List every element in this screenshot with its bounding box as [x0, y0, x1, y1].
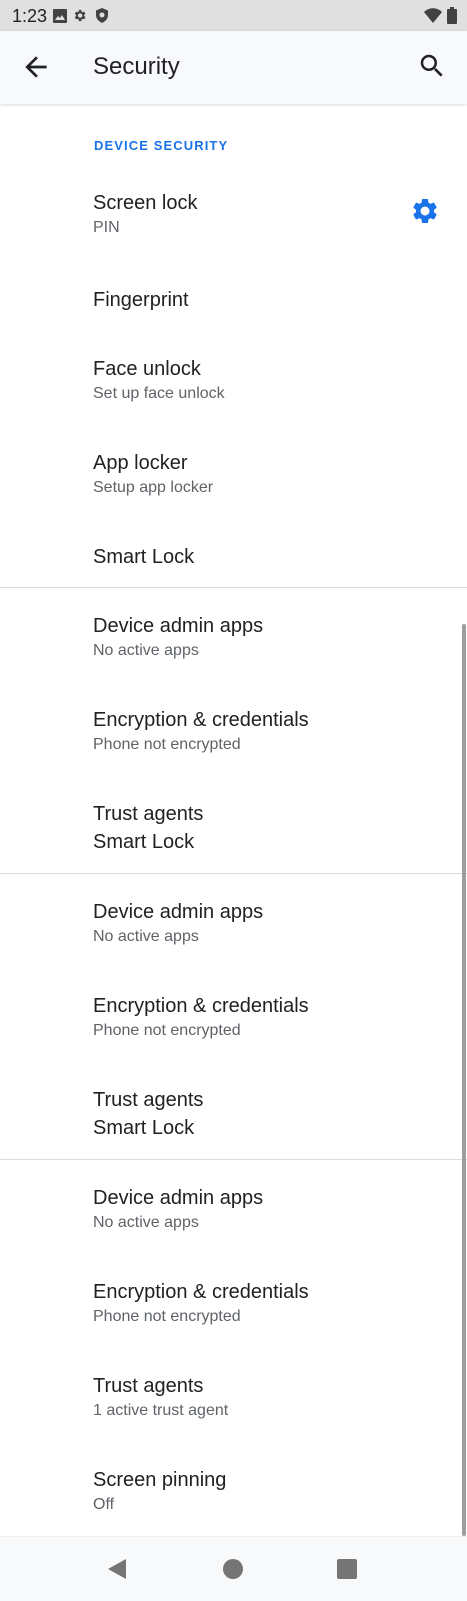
list-item-encryption-credentials[interactable]: Encryption & credentials Phone not encry…	[0, 1254, 467, 1348]
item-subtitle: Off	[93, 1496, 115, 1513]
search-icon	[420, 54, 443, 77]
item-subtitle: No active apps	[93, 642, 199, 659]
list-item-device-admin-apps[interactable]: Device admin apps No active apps	[0, 874, 467, 968]
list-item-encryption-credentials[interactable]: Encryption & credentials Phone not encry…	[0, 968, 467, 1062]
nav-home-button[interactable]	[216, 1552, 250, 1586]
gear-icon	[72, 8, 87, 23]
item-subtitle: 1 active trust agent	[93, 1402, 229, 1419]
item-subtitle: Set up face unlock	[93, 385, 225, 402]
app-bar: Security	[0, 31, 467, 104]
arrow-left-icon	[25, 56, 47, 78]
home-circle-icon	[223, 1559, 243, 1579]
item-title: Face unlock	[93, 358, 201, 380]
list-item-smart-lock[interactable]: Smart Lock	[0, 530, 467, 590]
status-time: 1:23	[12, 6, 48, 26]
gear-icon	[413, 198, 437, 223]
navigation-bar	[0, 1536, 467, 1601]
list-item-trust-agents[interactable]: Trust agents Smart Lock	[0, 776, 467, 872]
list-item-trust-agents[interactable]: Trust agents Smart Lock	[0, 1062, 467, 1158]
item-title: Trust agents	[93, 803, 204, 825]
search-button[interactable]	[417, 51, 449, 83]
item-title: Device admin apps	[93, 615, 264, 637]
battery-icon	[447, 7, 457, 29]
item-subtitle: No active apps	[93, 928, 199, 945]
recents-square-icon	[337, 1559, 357, 1579]
list-item-screen-pinning[interactable]: Screen pinning Off	[0, 1442, 467, 1536]
item-subtitle: Phone not encrypted	[93, 1022, 241, 1039]
list-item-encryption-credentials[interactable]: Encryption & credentials Phone not encry…	[0, 682, 467, 776]
item-title: Screen pinning	[93, 1469, 227, 1491]
list-item-screen-lock[interactable]: Screen lock PIN	[0, 176, 467, 268]
item-title: App locker	[93, 452, 188, 474]
scrollbar[interactable]	[462, 624, 466, 1536]
item-title: Encryption & credentials	[93, 995, 309, 1017]
list-item-device-admin-apps[interactable]: Device admin apps No active apps	[0, 588, 467, 682]
item-subtitle: Smart Lock	[93, 831, 195, 853]
list-item-device-admin-apps[interactable]: Device admin apps No active apps	[0, 1160, 467, 1254]
item-subtitle: PIN	[93, 219, 120, 236]
image-icon	[52, 8, 67, 23]
item-subtitle: Phone not encrypted	[93, 1308, 241, 1325]
item-title: Device admin apps	[93, 901, 264, 923]
item-title: Device admin apps	[93, 1187, 264, 1209]
item-title: Encryption & credentials	[93, 1281, 309, 1303]
item-subtitle: Phone not encrypted	[93, 736, 241, 753]
section-header-device-security: DEVICE SECURITY	[94, 138, 229, 153]
item-subtitle: Setup app locker	[93, 479, 214, 496]
settings-list: DEVICE SECURITY Screen lock PIN Fingerpr…	[0, 104, 467, 1536]
back-button[interactable]	[20, 51, 52, 83]
item-title: Trust agents	[93, 1375, 204, 1397]
item-subtitle: Smart Lock	[93, 1117, 195, 1139]
item-title: Encryption & credentials	[93, 709, 309, 731]
screen-lock-settings-button[interactable]	[410, 196, 442, 228]
item-title: Trust agents	[93, 1089, 204, 1111]
back-triangle-icon	[108, 1559, 126, 1579]
nav-back-button[interactable]	[100, 1552, 134, 1586]
item-title: Screen lock	[93, 192, 198, 214]
list-item-app-locker[interactable]: App locker Setup app locker	[0, 436, 467, 530]
item-title: Smart Lock	[93, 546, 195, 568]
list-item-face-unlock[interactable]: Face unlock Set up face unlock	[0, 342, 467, 436]
status-bar: 1:23	[0, 0, 467, 31]
item-subtitle: No active apps	[93, 1214, 199, 1231]
wifi-icon	[424, 8, 442, 28]
page-title: Security	[93, 53, 180, 80]
list-item-trust-agents[interactable]: Trust agents 1 active trust agent	[0, 1348, 467, 1442]
nav-recents-button[interactable]	[330, 1552, 364, 1586]
item-title: Fingerprint	[93, 289, 189, 311]
shield-icon	[94, 8, 109, 23]
